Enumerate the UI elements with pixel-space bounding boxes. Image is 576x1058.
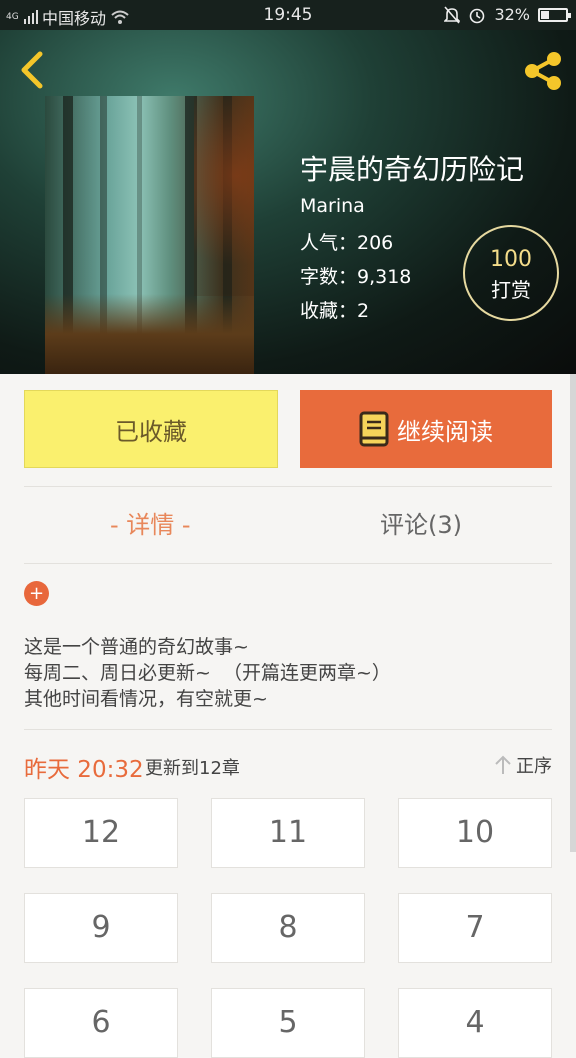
chapter-button[interactable]: 12	[24, 798, 178, 868]
divider	[24, 729, 552, 730]
chapter-button[interactable]: 11	[211, 798, 365, 868]
sort-order-button[interactable]: 正序	[494, 752, 552, 778]
tip-amount: 100	[490, 247, 532, 272]
status-right: 32%	[444, 5, 571, 24]
expand-plus-button[interactable]: +	[24, 581, 49, 606]
description-line: 每周二、周日必更新~ （开篇连更两章~）	[24, 662, 391, 684]
update-status: 更新到12章	[145, 758, 240, 779]
chapter-button[interactable]: 9	[24, 893, 178, 963]
book-icon	[359, 411, 389, 447]
favorited-label: 已收藏	[115, 417, 187, 446]
chapter-button[interactable]: 7	[398, 893, 552, 963]
scrollbar[interactable]	[570, 374, 576, 852]
book-title: 宇晨的奇幻历险记	[300, 153, 525, 186]
chapter-button[interactable]: 6	[24, 988, 178, 1058]
battery-icon	[538, 7, 571, 22]
back-arrow-icon[interactable]	[14, 48, 54, 92]
description-line: 其他时间看情况，有空就更~	[24, 688, 268, 710]
chapter-button[interactable]: 4	[398, 988, 552, 1058]
book-author[interactable]: Marina	[300, 195, 365, 217]
status-bar: 4G 中国移动 19:45 32%	[0, 0, 576, 30]
continue-reading-button[interactable]: 继续阅读	[300, 390, 552, 468]
alarm-icon	[470, 8, 485, 23]
continue-reading-label: 继续阅读	[397, 417, 493, 446]
favorites-stat: 收藏：2	[300, 300, 370, 322]
divider	[24, 563, 552, 564]
sort-order-label: 正序	[516, 756, 552, 777]
tip-button[interactable]: 100 打赏	[463, 225, 559, 321]
book-cover[interactable]	[45, 96, 254, 374]
tip-label: 打赏	[491, 278, 531, 302]
chapter-button[interactable]: 5	[211, 988, 365, 1058]
arrow-up-icon	[495, 755, 511, 774]
share-icon[interactable]	[520, 48, 566, 94]
divider	[24, 486, 552, 487]
update-time: 昨天 20:32	[24, 757, 144, 783]
word-count-stat: 字数：9,318	[300, 266, 412, 288]
tab-comments[interactable]: 评论(3)	[380, 505, 462, 540]
book-header: 宇晨的奇幻历险记 Marina 人气：206 字数：9,318 收藏：2 100…	[0, 30, 576, 374]
chapter-button[interactable]: 8	[211, 893, 365, 963]
popularity-stat: 人气：206	[300, 232, 394, 254]
mute-bell-icon	[444, 5, 461, 24]
chapter-button[interactable]: 10	[398, 798, 552, 868]
tab-details[interactable]: - 详情 -	[110, 505, 191, 540]
book-description: 这是一个普通的奇幻故事~ 每周二、周日必更新~ （开篇连更两章~） 其他时间看情…	[24, 634, 391, 712]
battery-percent: 32%	[494, 5, 530, 24]
favorited-button[interactable]: 已收藏	[24, 390, 278, 468]
description-line: 这是一个普通的奇幻故事~	[24, 636, 249, 658]
battery-fill	[541, 10, 549, 19]
